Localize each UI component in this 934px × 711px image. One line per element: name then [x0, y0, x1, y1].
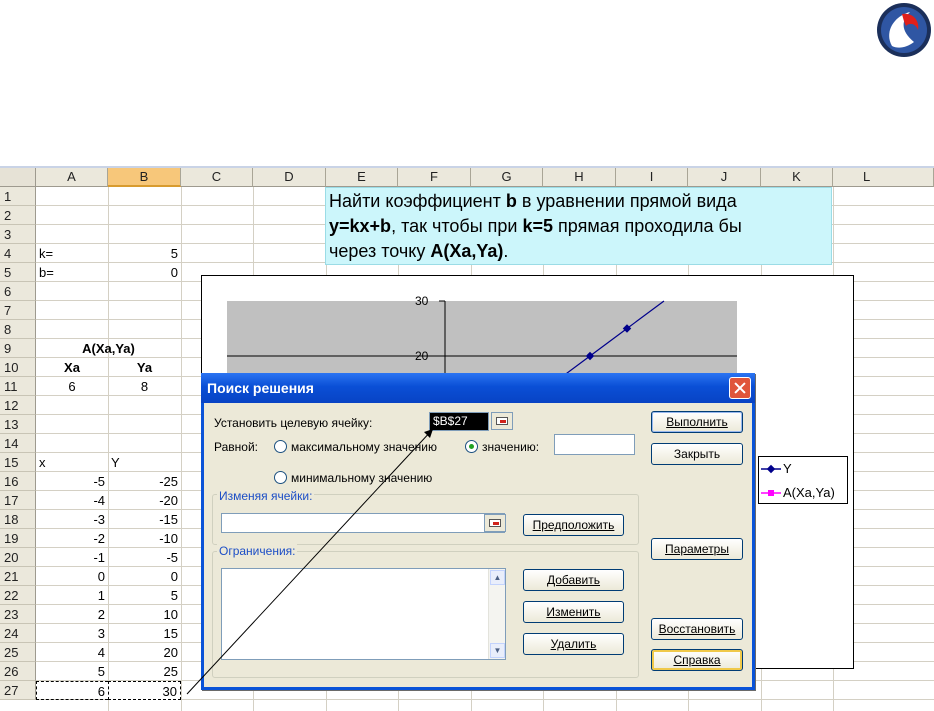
pointer-arrow	[186, 428, 434, 695]
arrow-line	[186, 428, 434, 695]
